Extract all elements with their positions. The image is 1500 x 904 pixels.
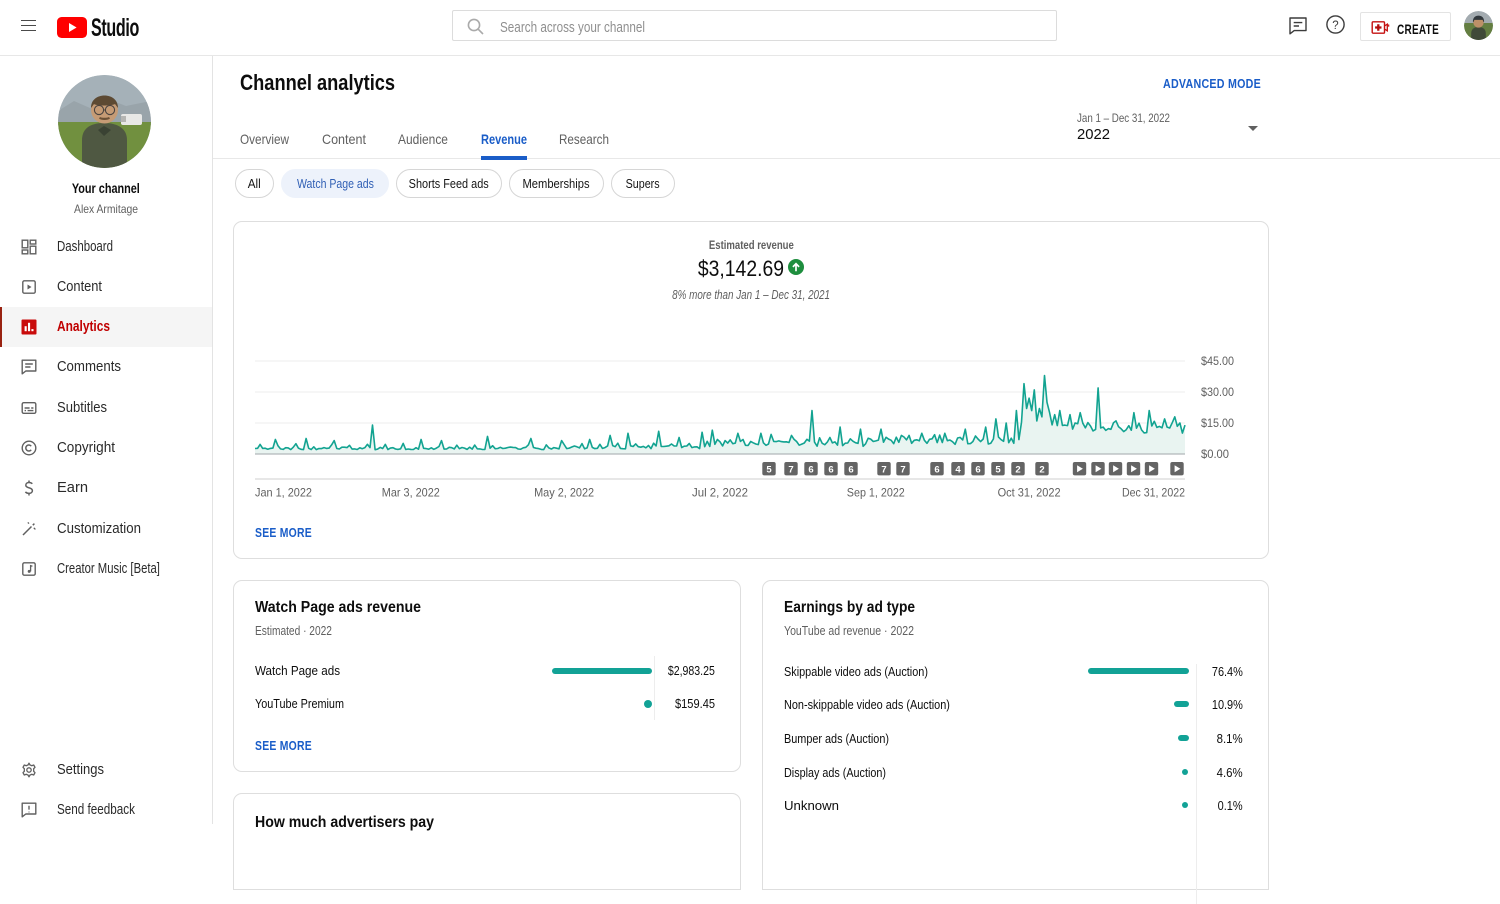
svg-text:7: 7	[881, 465, 886, 476]
svg-text:5: 5	[995, 465, 1001, 476]
svg-text:7: 7	[788, 465, 793, 476]
svg-text:7: 7	[900, 465, 905, 476]
svg-text:?: ?	[1332, 20, 1338, 32]
svg-text:6: 6	[934, 465, 939, 476]
svg-text:2: 2	[1015, 465, 1020, 476]
svg-text:Dec 31, 2022: Dec 31, 2022	[1122, 486, 1185, 500]
svg-text:$30.00: $30.00	[1201, 385, 1234, 399]
svg-text:$0.00: $0.00	[1201, 447, 1229, 461]
svg-text:May 2, 2022: May 2, 2022	[534, 486, 594, 500]
svg-text:$15.00: $15.00	[1201, 416, 1234, 430]
svg-text:Jul 2, 2022: Jul 2, 2022	[692, 486, 748, 500]
svg-text:Mar 3, 2022: Mar 3, 2022	[382, 486, 440, 500]
svg-text:6: 6	[975, 465, 980, 476]
svg-text:6: 6	[808, 465, 813, 476]
svg-text:4: 4	[955, 465, 961, 476]
svg-text:6: 6	[848, 465, 853, 476]
svg-text:5: 5	[766, 465, 772, 476]
svg-text:Jan 1, 2022: Jan 1, 2022	[255, 486, 312, 500]
svg-text:6: 6	[828, 465, 833, 476]
svg-text:Oct 31, 2022: Oct 31, 2022	[998, 486, 1061, 500]
svg-text:2: 2	[1039, 465, 1044, 476]
svg-text:$45.00: $45.00	[1201, 354, 1234, 368]
svg-text:Sep 1, 2022: Sep 1, 2022	[847, 486, 905, 500]
